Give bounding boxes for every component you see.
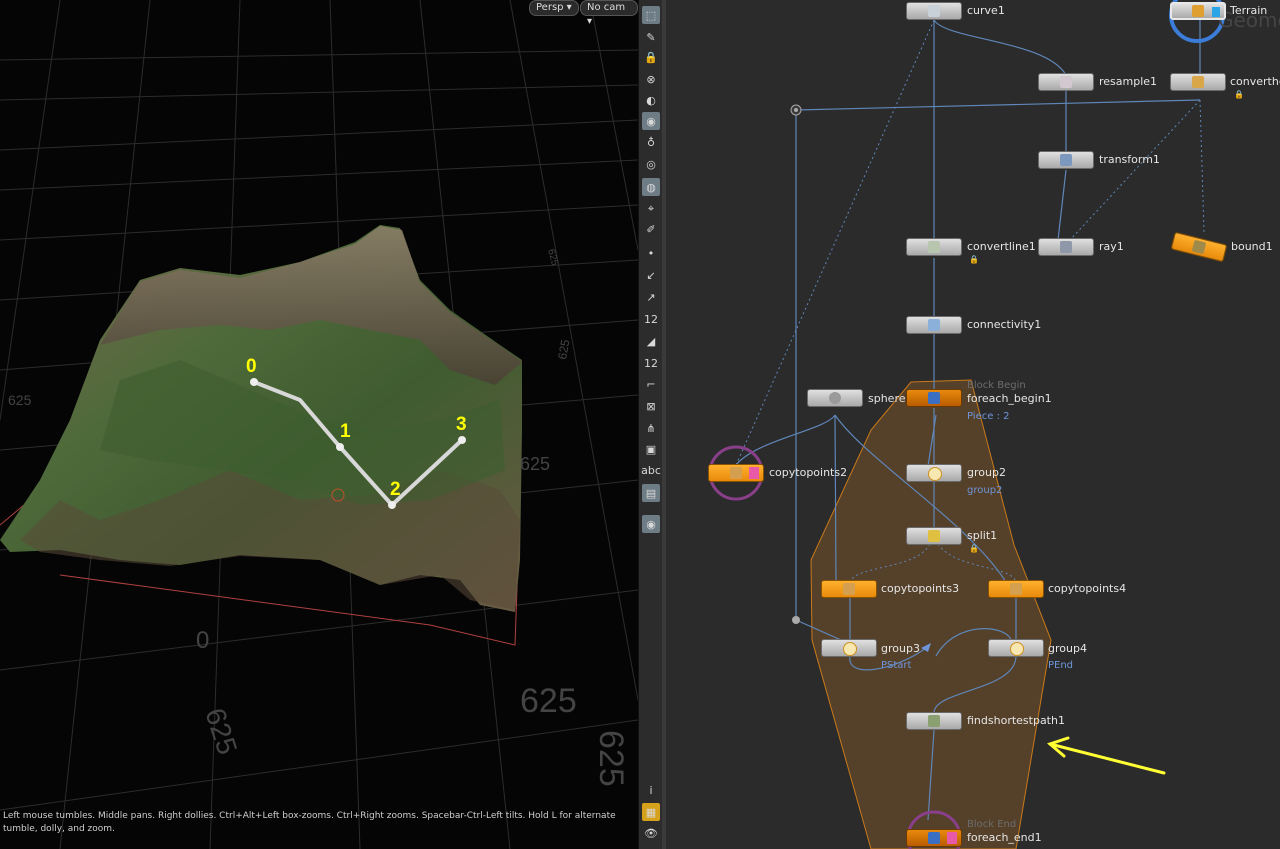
node-label: foreach_begin1 [967, 392, 1052, 405]
ghost-icon[interactable]: ⊗ [642, 70, 660, 88]
prim-number-icon[interactable]: 12 [642, 354, 660, 372]
paint-icon[interactable]: ✐ [642, 220, 660, 238]
grid-label: 625 [199, 704, 243, 758]
node-copytopoints3[interactable] [821, 580, 877, 598]
wireframe-icon[interactable]: ⌖ [642, 200, 660, 218]
node-findshortestpath1[interactable] [906, 712, 962, 730]
snapping-icon[interactable]: ✎ [642, 28, 660, 46]
node-comment: Piece : 2 [967, 411, 1010, 422]
node-label: converthe [1230, 75, 1280, 88]
info-icon[interactable]: i [642, 781, 660, 799]
point-display-icon[interactable]: • [642, 244, 660, 262]
lock-icon[interactable]: 🔒 [642, 48, 660, 66]
node-label: findshortestpath1 [967, 714, 1065, 727]
node-comment: PEnd [1048, 660, 1074, 671]
node-label: bound1 [1231, 240, 1273, 253]
node-label: foreach_end1 [967, 831, 1042, 844]
node-transform1[interactable] [1038, 151, 1094, 169]
block-end-label: Block End [967, 819, 1017, 830]
grid-label: 625 [520, 454, 550, 474]
node-terrain[interactable] [1170, 2, 1226, 20]
node-comment: group2 [967, 485, 1003, 496]
eye-icon[interactable]: 👁 [642, 824, 660, 842]
vertex-icon[interactable]: ⋔ [642, 419, 660, 437]
grid-label: 625 [520, 682, 577, 720]
annotation-arrow [1047, 736, 1166, 775]
point-normal-icon[interactable]: ↙ [642, 266, 660, 284]
geometry-icon[interactable]: ◉ [642, 515, 660, 533]
node-label: group4 [1048, 642, 1087, 655]
lock-icon: 🔒 [1234, 90, 1244, 99]
point-label-0: 0 [246, 356, 257, 377]
uv-border-icon[interactable]: ⊠ [642, 397, 660, 415]
scene-viewport[interactable]: 0 1 2 3 625 625 625 0 625 625 625 625 Pe… [0, 0, 638, 849]
text-display-icon[interactable]: abc [641, 461, 661, 479]
node-copytopoints2[interactable] [708, 464, 764, 482]
node-split1[interactable] [906, 527, 962, 545]
node-label: copytopoints4 [1048, 582, 1127, 595]
node-resample1[interactable] [1038, 73, 1094, 91]
grid-label: 0 [196, 627, 209, 654]
node-connectivity1[interactable] [906, 316, 962, 334]
node-ray1[interactable] [1038, 238, 1094, 256]
grid-label: 625 [555, 338, 572, 360]
node-foreach-begin1[interactable] [906, 389, 962, 407]
node-converthf[interactable] [1170, 73, 1226, 91]
node-label: split1 [967, 529, 998, 542]
bulb-icon[interactable]: ♁ [642, 133, 660, 151]
light-icon[interactable]: ◐ [642, 91, 660, 109]
node-label: copytopoints2 [769, 466, 848, 479]
shading-mode-icon[interactable]: ◍ [642, 178, 660, 196]
grid-label: 625 [8, 392, 32, 408]
node-label: ray1 [1099, 240, 1124, 253]
node-comment: PStart [881, 660, 912, 671]
node-group4[interactable] [988, 639, 1044, 657]
node-label: convertline1 [967, 240, 1036, 253]
network-editor[interactable]: Geometry curve1 Terrain resample1 conver… [666, 0, 1280, 849]
grid-label: 625 [545, 248, 560, 267]
node-group2[interactable] [906, 464, 962, 482]
node-label: connectivity1 [967, 318, 1042, 331]
node-curve1[interactable] [906, 2, 962, 20]
headlight-icon[interactable]: ◉ [642, 112, 660, 130]
terrain-scene: 0 1 2 3 625 625 625 0 625 625 625 625 [0, 0, 638, 849]
background-icon[interactable]: ▤ [642, 484, 660, 502]
viewport-status-text: Left mouse tumbles. Middle pans. Right d… [3, 811, 616, 834]
node-copytopoints4[interactable] [988, 580, 1044, 598]
select-tool-icon[interactable]: ⬚ [642, 6, 660, 24]
block-begin-label: Block Begin [967, 380, 1026, 391]
point-label-3: 3 [456, 414, 467, 435]
camera-light-icon[interactable]: ◎ [642, 155, 660, 173]
lock-icon: 🔒 [969, 255, 979, 264]
viewport-toolbar: ⬚ ✎ 🔒 ⊗ ◐ ◉ ♁ ◎ ◍ ⌖ ✐ • ↙ ↗ 12 ◢ 12 ⌐ ⊠ … [638, 0, 664, 849]
node-label: Terrain [1230, 4, 1268, 17]
node-label: transform1 [1099, 153, 1160, 166]
node-group3[interactable] [821, 639, 877, 657]
point-number-icon[interactable]: 12 [642, 310, 660, 328]
display-box-icon[interactable]: ▣ [642, 440, 660, 458]
grid-label: 625 [592, 730, 630, 787]
uv-icon[interactable]: ⌐ [642, 375, 660, 393]
node-convertline1[interactable] [906, 238, 962, 256]
node-label: curve1 [967, 4, 1005, 17]
vector-icon[interactable]: ↗ [642, 288, 660, 306]
layout-icon[interactable]: ▦ [642, 803, 660, 821]
node-label: resample1 [1099, 75, 1158, 88]
camera-dropdown[interactable]: No cam ▾ [580, 0, 638, 27]
point-label-1: 1 [340, 421, 351, 442]
prim-normal-icon[interactable]: ◢ [642, 332, 660, 350]
point-label-2: 2 [390, 479, 401, 500]
perspective-dropdown[interactable]: Persp ▾ [529, 0, 579, 16]
node-label: group2 [967, 466, 1006, 479]
node-foreach-end1[interactable] [906, 829, 962, 847]
lock-icon: 🔒 [969, 544, 979, 553]
node-label: group3 [881, 642, 920, 655]
node-label: copytopoints3 [881, 582, 960, 595]
node-sphere1[interactable] [807, 389, 863, 407]
